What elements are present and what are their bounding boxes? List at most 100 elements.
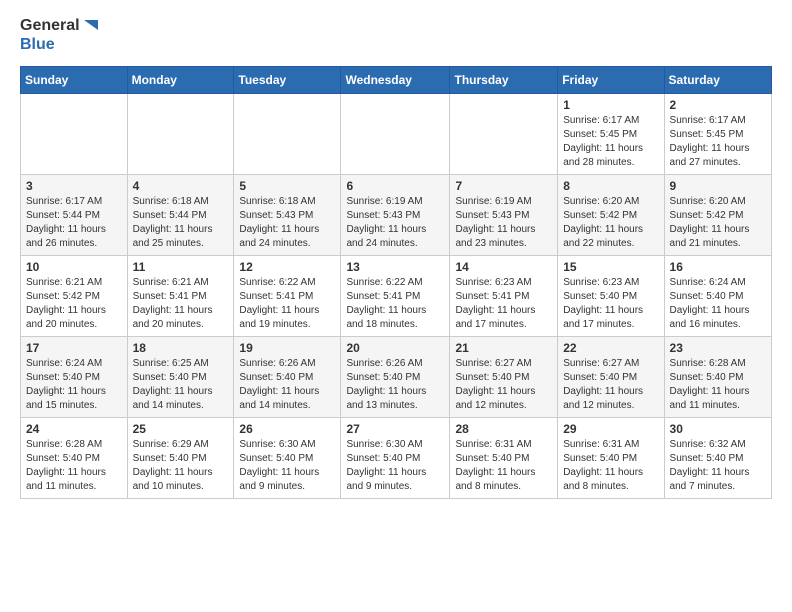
week-row-2: 3Sunrise: 6:17 AMSunset: 5:44 PMDaylight… bbox=[21, 174, 772, 255]
day-info: Sunrise: 6:24 AMSunset: 5:40 PMDaylight:… bbox=[26, 357, 122, 413]
day-cell: 5 Sunrise: 6:18 AMSunset: 5:43 PMDaylight… bbox=[234, 174, 341, 255]
day-info: Sunrise: 6:20 AMSunset: 5:42 PMDaylight:… bbox=[563, 195, 658, 251]
day-cell bbox=[450, 93, 558, 174]
day-cell: 12 Sunrise: 6:22 AMSunset: 5:41 PMDayligh… bbox=[234, 255, 341, 336]
day-cell: 18 Sunrise: 6:25 AMSunset: 5:40 PMDayligh… bbox=[127, 336, 234, 417]
day-cell: 27 Sunrise: 6:30 AMSunset: 5:40 PMDayligh… bbox=[341, 417, 450, 498]
day-info: Sunrise: 6:19 AMSunset: 5:43 PMDaylight:… bbox=[346, 195, 444, 251]
logo-text: General Blue bbox=[20, 16, 100, 54]
weekday-saturday: Saturday bbox=[664, 66, 771, 93]
day-info: Sunrise: 6:30 AMSunset: 5:40 PMDaylight:… bbox=[346, 438, 444, 494]
day-number: 24 bbox=[26, 422, 122, 436]
day-cell: 6 Sunrise: 6:19 AMSunset: 5:43 PMDaylight… bbox=[341, 174, 450, 255]
weekday-thursday: Thursday bbox=[450, 66, 558, 93]
day-number: 27 bbox=[346, 422, 444, 436]
day-cell: 20Sunrise: 6:26 AMSunset: 5:40 PMDayligh… bbox=[341, 336, 450, 417]
calendar: SundayMondayTuesdayWednesdayThursdayFrid… bbox=[20, 66, 772, 499]
day-info: Sunrise: 6:22 AMSunset: 5:41 PMDaylight:… bbox=[239, 276, 335, 332]
day-cell: 15Sunrise: 6:23 AMSunset: 5:40 PMDayligh… bbox=[558, 255, 664, 336]
day-number: 23 bbox=[670, 341, 766, 355]
day-cell: 23 Sunrise: 6:28 AMSunset: 5:40 PMDayligh… bbox=[664, 336, 771, 417]
day-cell: 24 Sunrise: 6:28 AMSunset: 5:40 PMDayligh… bbox=[21, 417, 128, 498]
day-info: Sunrise: 6:17 AMSunset: 5:45 PMDaylight:… bbox=[563, 114, 658, 170]
day-info: Sunrise: 6:23 AMSunset: 5:41 PMDaylight:… bbox=[455, 276, 552, 332]
day-cell: 4Sunrise: 6:18 AMSunset: 5:44 PMDaylight… bbox=[127, 174, 234, 255]
day-info: Sunrise: 6:29 AMSunset: 5:40 PMDaylight:… bbox=[133, 438, 229, 494]
day-info: Sunrise: 6:17 AMSunset: 5:44 PMDaylight:… bbox=[26, 195, 122, 251]
day-number: 18 bbox=[133, 341, 229, 355]
day-number: 8 bbox=[563, 179, 658, 193]
day-cell: 25 Sunrise: 6:29 AMSunset: 5:40 PMDayligh… bbox=[127, 417, 234, 498]
page: General Blue SundayMondayTuesdayWednesda… bbox=[0, 0, 792, 515]
day-cell: 3Sunrise: 6:17 AMSunset: 5:44 PMDaylight… bbox=[21, 174, 128, 255]
day-cell: 21 Sunrise: 6:27 AMSunset: 5:40 PMDayligh… bbox=[450, 336, 558, 417]
day-number: 19 bbox=[239, 341, 335, 355]
day-info: Sunrise: 6:31 AMSunset: 5:40 PMDaylight:… bbox=[455, 438, 552, 494]
week-row-1: 1 Sunrise: 6:17 AMSunset: 5:45 PMDaylight… bbox=[21, 93, 772, 174]
day-info: Sunrise: 6:26 AMSunset: 5:40 PMDaylight:… bbox=[346, 357, 444, 413]
day-cell: 26 Sunrise: 6:30 AMSunset: 5:40 PMDayligh… bbox=[234, 417, 341, 498]
day-number: 25 bbox=[133, 422, 229, 436]
day-number: 2 bbox=[670, 98, 766, 112]
day-info: Sunrise: 6:24 AMSunset: 5:40 PMDaylight:… bbox=[670, 276, 766, 332]
day-number: 9 bbox=[670, 179, 766, 193]
week-row-3: 10Sunrise: 6:21 AMSunset: 5:42 PMDayligh… bbox=[21, 255, 772, 336]
weekday-header-row: SundayMondayTuesdayWednesdayThursdayFrid… bbox=[21, 66, 772, 93]
day-info: Sunrise: 6:25 AMSunset: 5:40 PMDaylight:… bbox=[133, 357, 229, 413]
day-info: Sunrise: 6:18 AMSunset: 5:43 PMDaylight:… bbox=[239, 195, 335, 251]
weekday-sunday: Sunday bbox=[21, 66, 128, 93]
day-number: 29 bbox=[563, 422, 658, 436]
day-cell: 30Sunrise: 6:32 AMSunset: 5:40 PMDayligh… bbox=[664, 417, 771, 498]
day-number: 17 bbox=[26, 341, 122, 355]
week-row-4: 17 Sunrise: 6:24 AMSunset: 5:40 PMDayligh… bbox=[21, 336, 772, 417]
day-number: 6 bbox=[346, 179, 444, 193]
logo: General Blue bbox=[20, 16, 100, 54]
day-info: Sunrise: 6:23 AMSunset: 5:40 PMDaylight:… bbox=[563, 276, 658, 332]
day-cell bbox=[127, 93, 234, 174]
day-cell: 1 Sunrise: 6:17 AMSunset: 5:45 PMDaylight… bbox=[558, 93, 664, 174]
week-row-5: 24 Sunrise: 6:28 AMSunset: 5:40 PMDayligh… bbox=[21, 417, 772, 498]
day-cell: 22 Sunrise: 6:27 AMSunset: 5:40 PMDayligh… bbox=[558, 336, 664, 417]
day-info: Sunrise: 6:26 AMSunset: 5:40 PMDaylight:… bbox=[239, 357, 335, 413]
day-number: 22 bbox=[563, 341, 658, 355]
weekday-friday: Friday bbox=[558, 66, 664, 93]
day-info: Sunrise: 6:31 AMSunset: 5:40 PMDaylight:… bbox=[563, 438, 658, 494]
day-info: Sunrise: 6:21 AMSunset: 5:41 PMDaylight:… bbox=[133, 276, 229, 332]
logo-general: General bbox=[20, 17, 80, 35]
header: General Blue bbox=[20, 16, 772, 54]
day-cell: 17 Sunrise: 6:24 AMSunset: 5:40 PMDayligh… bbox=[21, 336, 128, 417]
day-info: Sunrise: 6:28 AMSunset: 5:40 PMDaylight:… bbox=[670, 357, 766, 413]
day-info: Sunrise: 6:27 AMSunset: 5:40 PMDaylight:… bbox=[563, 357, 658, 413]
day-cell: 28 Sunrise: 6:31 AMSunset: 5:40 PMDayligh… bbox=[450, 417, 558, 498]
day-number: 28 bbox=[455, 422, 552, 436]
logo-triangle-icon bbox=[80, 16, 100, 36]
day-cell: 13 Sunrise: 6:22 AMSunset: 5:41 PMDayligh… bbox=[341, 255, 450, 336]
day-info: Sunrise: 6:27 AMSunset: 5:40 PMDaylight:… bbox=[455, 357, 552, 413]
day-number: 16 bbox=[670, 260, 766, 274]
weekday-monday: Monday bbox=[127, 66, 234, 93]
day-number: 21 bbox=[455, 341, 552, 355]
day-number: 1 bbox=[563, 98, 658, 112]
day-cell: 10Sunrise: 6:21 AMSunset: 5:42 PMDayligh… bbox=[21, 255, 128, 336]
day-number: 12 bbox=[239, 260, 335, 274]
day-number: 5 bbox=[239, 179, 335, 193]
day-cell: 16 Sunrise: 6:24 AMSunset: 5:40 PMDayligh… bbox=[664, 255, 771, 336]
day-cell: 2 Sunrise: 6:17 AMSunset: 5:45 PMDaylight… bbox=[664, 93, 771, 174]
day-number: 11 bbox=[133, 260, 229, 274]
day-cell: 29 Sunrise: 6:31 AMSunset: 5:40 PMDayligh… bbox=[558, 417, 664, 498]
day-cell: 8 Sunrise: 6:20 AMSunset: 5:42 PMDaylight… bbox=[558, 174, 664, 255]
day-cell bbox=[234, 93, 341, 174]
day-info: Sunrise: 6:30 AMSunset: 5:40 PMDaylight:… bbox=[239, 438, 335, 494]
day-cell bbox=[341, 93, 450, 174]
day-info: Sunrise: 6:21 AMSunset: 5:42 PMDaylight:… bbox=[26, 276, 122, 332]
day-info: Sunrise: 6:28 AMSunset: 5:40 PMDaylight:… bbox=[26, 438, 122, 494]
day-info: Sunrise: 6:20 AMSunset: 5:42 PMDaylight:… bbox=[670, 195, 766, 251]
day-info: Sunrise: 6:17 AMSunset: 5:45 PMDaylight:… bbox=[670, 114, 766, 170]
day-info: Sunrise: 6:22 AMSunset: 5:41 PMDaylight:… bbox=[346, 276, 444, 332]
day-number: 13 bbox=[346, 260, 444, 274]
day-number: 26 bbox=[239, 422, 335, 436]
day-number: 4 bbox=[133, 179, 229, 193]
logo-blue: Blue bbox=[20, 36, 100, 54]
weekday-tuesday: Tuesday bbox=[234, 66, 341, 93]
day-cell: 7Sunrise: 6:19 AMSunset: 5:43 PMDaylight… bbox=[450, 174, 558, 255]
